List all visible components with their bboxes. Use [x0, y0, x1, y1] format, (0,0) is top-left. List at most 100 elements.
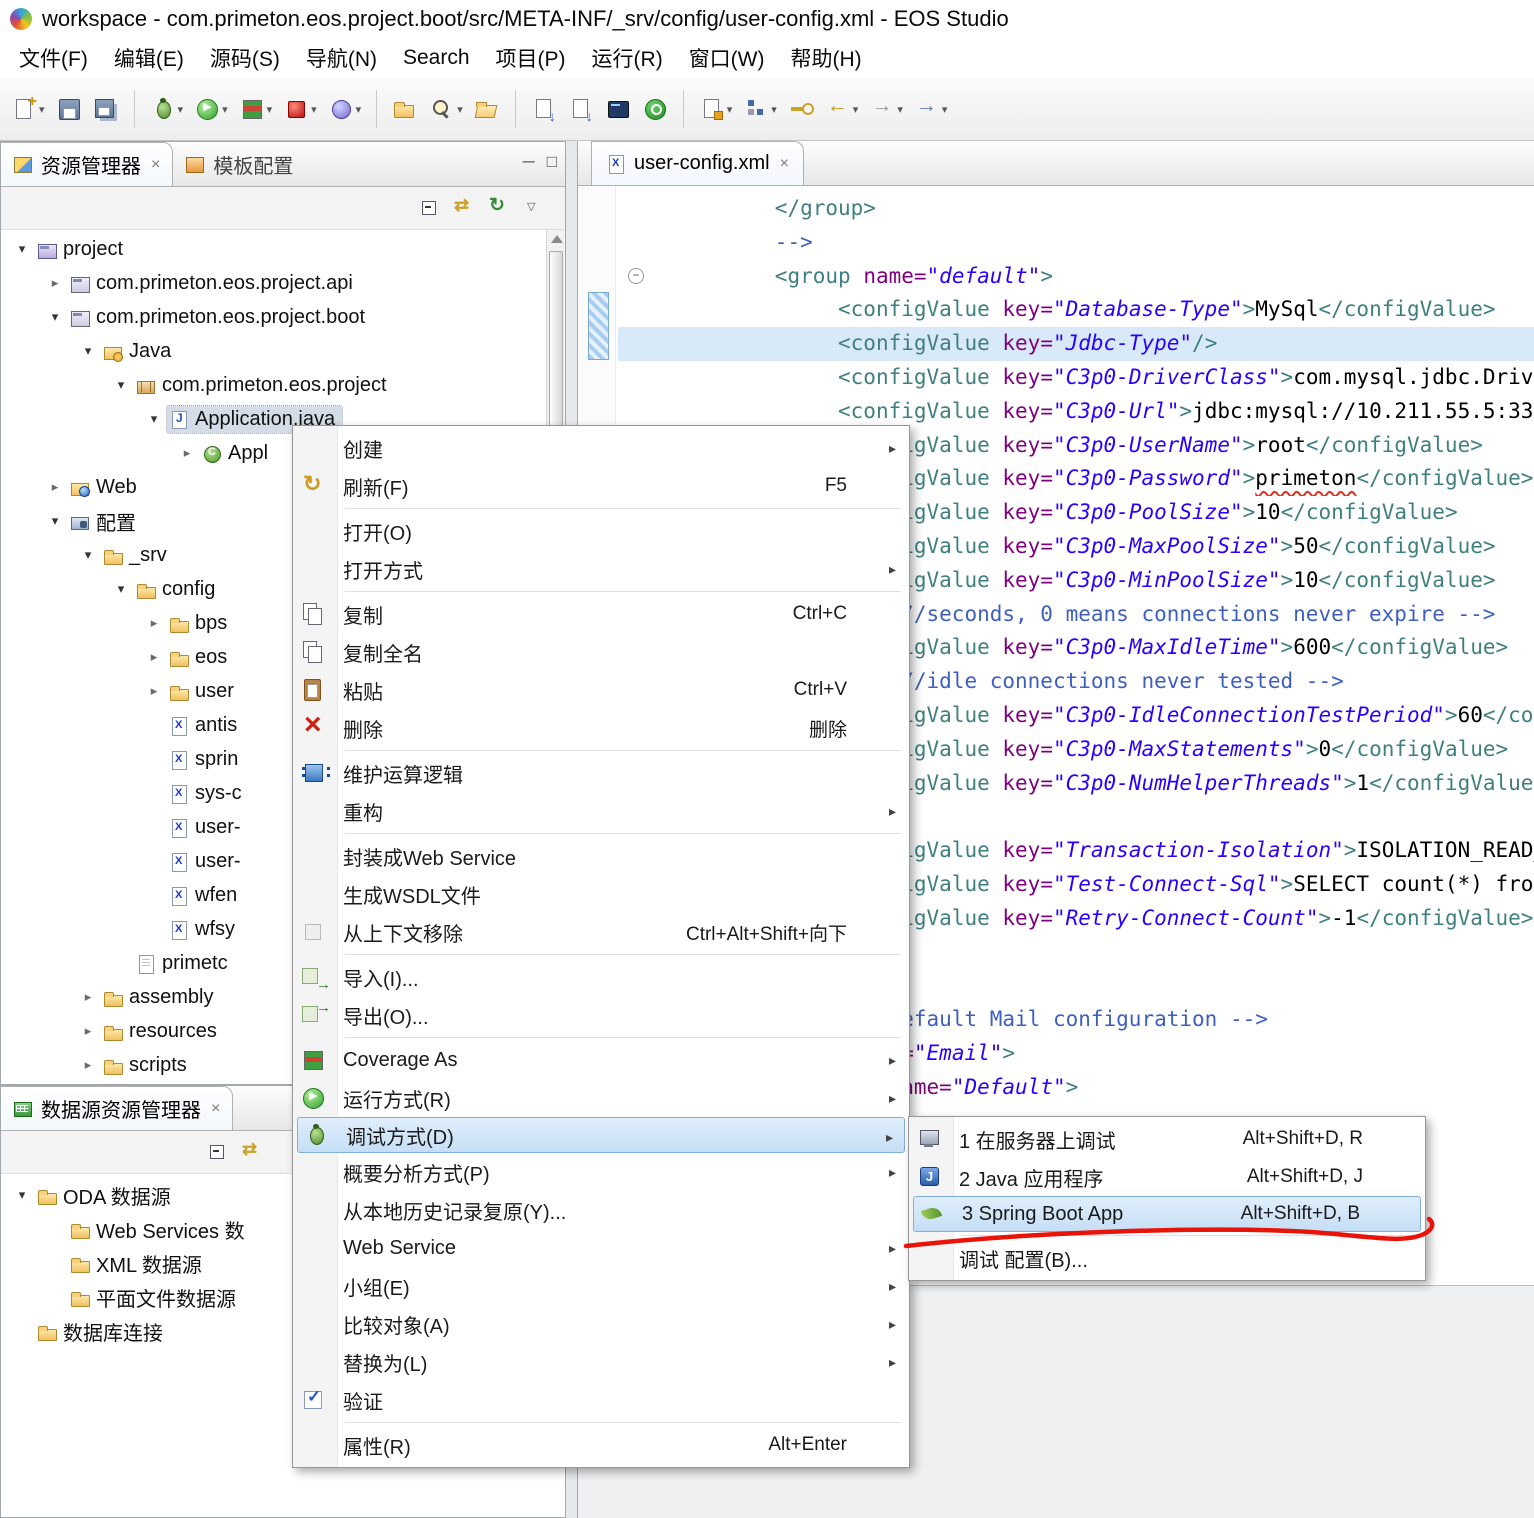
menu-item-重构[interactable]: 重构▸	[295, 792, 907, 830]
dropdown-caret-icon[interactable]: ▾	[222, 103, 228, 116]
menu-item-调试 配置(B)...[interactable]: 调试 配置(B)...	[911, 1239, 1423, 1277]
dropdown-caret-icon[interactable]: ▾	[853, 103, 859, 116]
menu-item-运行方式(R)[interactable]: 运行方式(R)▸	[295, 1079, 907, 1117]
tab-template-config[interactable]: 模板配置	[173, 142, 305, 186]
tree-item-content[interactable]: 配置	[68, 505, 143, 538]
menu-item-小组(E)[interactable]: 小组(E)▸	[295, 1267, 907, 1305]
minimize-icon[interactable]: ─	[523, 152, 535, 172]
tree-item-content[interactable]: user-	[167, 848, 248, 875]
dropdown-caret-icon[interactable]: ▾	[897, 103, 903, 116]
forward-button[interactable]: ▾	[866, 94, 906, 124]
tree-item-content[interactable]: scripts	[101, 1052, 194, 1079]
menu-item-打开(O)[interactable]: 打开(O)	[295, 512, 907, 550]
menu-项目(P)[interactable]: 项目(P)	[483, 39, 579, 77]
link-with-editor-icon[interactable]	[453, 196, 479, 220]
run-button[interactable]: ▾	[191, 94, 231, 124]
tree-item-content[interactable]: Java	[101, 338, 178, 365]
expand-arrow-icon[interactable]: ▸	[141, 683, 167, 699]
collapse-arrow-icon[interactable]: ▾	[75, 343, 101, 359]
menu-item-复制全名[interactable]: 复制全名	[295, 633, 907, 671]
menu-item-2 Java 应用程序[interactable]: 2 Java 应用程序Alt+Shift+D, J	[911, 1158, 1423, 1196]
menu-item-封装成Web Service[interactable]: 封装成Web Service	[295, 837, 907, 875]
tree-item-content[interactable]: 平面文件数据源	[68, 1281, 243, 1314]
menu-窗口(W)[interactable]: 窗口(W)	[676, 39, 778, 77]
menu-item-Coverage As[interactable]: Coverage As▸	[295, 1041, 907, 1079]
search-button[interactable]: ▾	[426, 94, 466, 124]
tree-item-content[interactable]: antis	[167, 712, 244, 739]
tree-item-content[interactable]: _srv	[101, 542, 174, 569]
menu-item-从本地历史记录复原(Y)...[interactable]: 从本地历史记录复原(Y)...	[295, 1191, 907, 1229]
menu-Search[interactable]: Search	[390, 42, 483, 74]
collapse-all-icon[interactable]	[207, 1140, 233, 1164]
menu-item-维护运算逻辑[interactable]: 维护运算逻辑	[295, 754, 907, 792]
refresh-view-icon[interactable]	[487, 196, 513, 220]
dropdown-caret-icon[interactable]: ▾	[311, 103, 317, 116]
run-external-tools-button[interactable]: ▾	[280, 94, 320, 124]
expand-arrow-icon[interactable]: ▸	[141, 615, 167, 631]
annotations-button[interactable]: ▾	[696, 94, 736, 124]
collapse-arrow-icon[interactable]: ▾	[9, 1187, 35, 1203]
collapse-arrow-icon[interactable]: ▾	[108, 377, 134, 393]
expand-arrow-icon[interactable]: ▸	[42, 479, 68, 495]
menu-item-验证[interactable]: 验证	[295, 1381, 907, 1419]
type-hierarchy-button[interactable]: ▾	[740, 94, 780, 124]
menu-item-粘贴[interactable]: 粘贴Ctrl+V	[295, 671, 907, 709]
menu-item-创建[interactable]: 创建▸	[295, 429, 907, 467]
dropdown-caret-icon[interactable]: ▾	[727, 103, 733, 116]
tree-item-content[interactable]: wfsy	[167, 916, 242, 943]
eos-server-button[interactable]	[639, 94, 671, 124]
menu-导航(N)[interactable]: 导航(N)	[293, 39, 390, 77]
coverage-button[interactable]: ▾	[236, 94, 276, 124]
menu-item-Web Service[interactable]: Web Service▸	[295, 1229, 907, 1267]
code-line[interactable]: </group>	[618, 192, 1534, 226]
expand-arrow-icon[interactable]: ▸	[75, 1057, 101, 1073]
code-line[interactable]: <configValue key="C3p0-Url">jdbc:mysql:/…	[618, 395, 1534, 429]
expand-arrow-icon[interactable]: ▸	[75, 989, 101, 1005]
menu-item-调试方式(D)[interactable]: 调试方式(D)▸	[297, 1117, 905, 1153]
tree-item-content[interactable]: assembly	[101, 984, 220, 1011]
dropdown-caret-icon[interactable]: ▾	[942, 103, 948, 116]
collapse-arrow-icon[interactable]: ▾	[108, 581, 134, 597]
expand-arrow-icon[interactable]: ▸	[141, 649, 167, 665]
menu-item-从上下文移除[interactable]: 从上下文移除Ctrl+Alt+Shift+向下	[295, 913, 907, 951]
tree-item-content[interactable]: config	[134, 576, 222, 603]
menu-文件(F)[interactable]: 文件(F)	[6, 39, 101, 77]
import-jar-button[interactable]	[565, 94, 597, 124]
dropdown-caret-icon[interactable]: ▾	[39, 103, 45, 116]
menu-item-删除[interactable]: 删除删除	[295, 709, 907, 747]
scrollbar-thumb[interactable]	[549, 251, 563, 426]
tree-item-content[interactable]: sys-c	[167, 780, 249, 807]
tree-item-content[interactable]: Web Services 数	[68, 1213, 252, 1246]
open-resource-button[interactable]	[471, 94, 503, 124]
fold-collapse-icon[interactable]: −	[628, 268, 644, 284]
tree-item-content[interactable]: eos	[167, 644, 234, 671]
scroll-up-icon[interactable]	[551, 235, 563, 243]
code-line[interactable]: <configValue key="C3p0-DriverClass">com.…	[618, 361, 1534, 395]
console-button[interactable]	[602, 94, 634, 124]
new-wizard-button[interactable]: ▾	[8, 94, 48, 124]
tab-resource-explorer[interactable]: 资源管理器 ×	[1, 142, 173, 186]
profile-button[interactable]: ▾	[325, 94, 365, 124]
save-button[interactable]	[53, 94, 85, 124]
view-menu-icon[interactable]	[521, 196, 547, 220]
tree-item-content[interactable]: wfen	[167, 882, 244, 909]
collapse-arrow-icon[interactable]: ▾	[9, 241, 35, 257]
menu-源码(S)[interactable]: 源码(S)	[197, 39, 293, 77]
menu-item-复制[interactable]: 复制Ctrl+C	[295, 595, 907, 633]
explorer-item-com.primeton.eos.project.api[interactable]: ▸com.primeton.eos.project.api	[1, 266, 565, 300]
collapse-all-icon[interactable]	[419, 196, 445, 220]
dropdown-caret-icon[interactable]: ▾	[771, 103, 777, 116]
menu-item-属性(R)[interactable]: 属性(R)Alt+Enter	[295, 1426, 907, 1464]
expand-arrow-icon[interactable]: ▸	[75, 1023, 101, 1039]
explorer-item-com.primeton.eos.project.boot[interactable]: ▾com.primeton.eos.project.boot	[1, 300, 565, 334]
tree-item-content[interactable]: user-	[167, 814, 248, 841]
code-line[interactable]: -->	[618, 226, 1534, 260]
tree-item-content[interactable]: com.primeton.eos.project	[134, 372, 394, 399]
tree-item-content[interactable]: ODA 数据源	[35, 1179, 178, 1212]
dropdown-caret-icon[interactable]: ▾	[457, 103, 463, 116]
collapse-arrow-icon[interactable]: ▾	[141, 411, 167, 427]
tree-item-content[interactable]: Appl	[200, 440, 275, 467]
collapse-arrow-icon[interactable]: ▾	[75, 547, 101, 563]
menu-帮助(H)[interactable]: 帮助(H)	[778, 39, 875, 77]
tree-item-content[interactable]: primetc	[134, 950, 235, 977]
